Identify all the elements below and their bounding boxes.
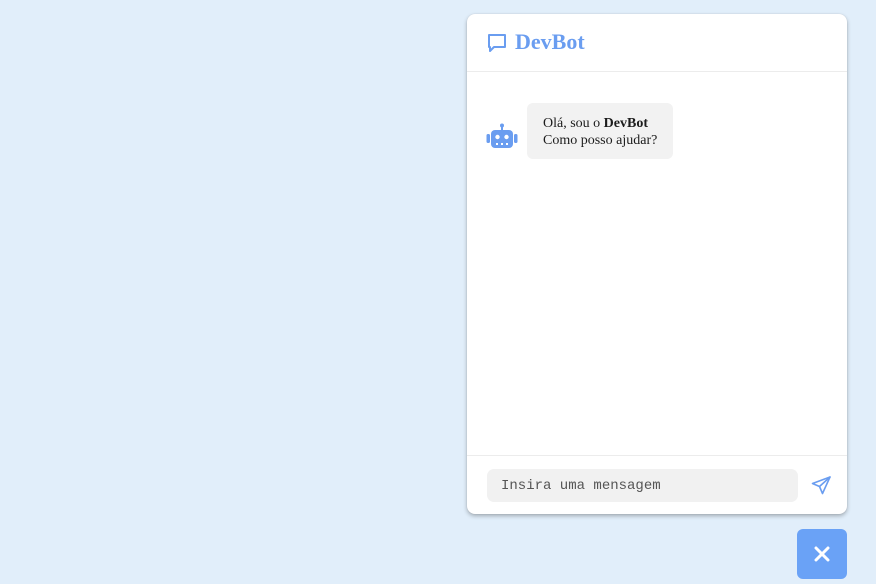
message-input[interactable] [487, 469, 798, 502]
bot-message-line-1: Olá, sou o DevBot [543, 115, 657, 132]
chat-header: DevBot [467, 14, 847, 72]
bot-name: DevBot [603, 116, 648, 131]
message-list: Olá, sou o DevBot Como posso ajudar? [467, 73, 847, 455]
chat-title: DevBot [515, 29, 585, 54]
composer [467, 455, 847, 514]
greeting-text: Olá, sou o [543, 116, 604, 131]
chat-window: DevBot Olá, sou o DevBot Como posso ajud… [467, 14, 847, 514]
robot-icon [486, 123, 519, 151]
close-icon [814, 546, 830, 562]
chat-bubble-icon [486, 32, 508, 54]
close-chat-button[interactable] [797, 529, 847, 579]
bot-message-line-2: Como posso ajudar? [543, 133, 658, 148]
send-button[interactable] [810, 474, 832, 496]
send-icon [811, 476, 831, 495]
bot-message-bubble: Olá, sou o DevBot Como posso ajudar? [527, 103, 674, 159]
